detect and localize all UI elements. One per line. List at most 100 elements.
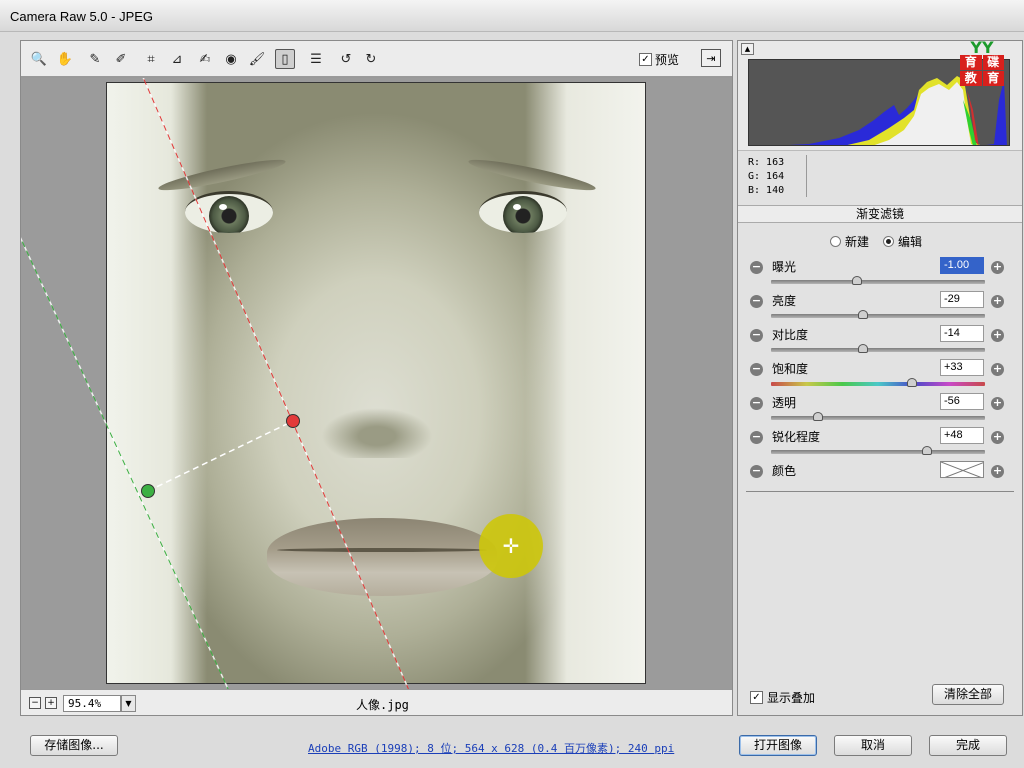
- filter-center-line: [147, 420, 294, 492]
- done-button[interactable]: 完成: [929, 735, 1007, 756]
- brand-logo: YY 育 碟 教 育: [960, 40, 1004, 86]
- exposure-slider-thumb[interactable]: [851, 276, 862, 285]
- show-overlay-checkbox[interactable]: ✓: [750, 691, 763, 704]
- toolbar: ✓ 预览 ⇥ 🔍 ✋ ✎ ✐ ⌗ ⊿ ✍ ◉ 🖌 ▯ ☰ ↺ ↻: [21, 41, 732, 77]
- mode-new-radio[interactable]: 新建: [830, 233, 869, 250]
- preview-checkbox[interactable]: ✓: [639, 53, 652, 66]
- brightness-minus-button[interactable]: −: [750, 295, 763, 308]
- graduated-filter-tool[interactable]: ▯: [275, 49, 295, 69]
- filename-label: 人像.jpg: [356, 698, 409, 712]
- rgb-readout: R: 163 G: 164 B: 140: [748, 156, 784, 198]
- zoom-in-button[interactable]: +: [45, 697, 57, 709]
- clarity-minus-button[interactable]: −: [750, 397, 763, 410]
- collapse-histogram-button[interactable]: ▲: [741, 43, 754, 55]
- sharpness-row: − 锐化程度 +48 +: [750, 427, 1012, 461]
- zoom-out-button[interactable]: −: [29, 697, 41, 709]
- sharpness-label: 锐化程度: [772, 430, 821, 444]
- preferences-tool[interactable]: ☰: [306, 49, 326, 69]
- color-sampler-tool[interactable]: ✐: [111, 49, 131, 69]
- clarity-value-field[interactable]: -56: [940, 393, 984, 410]
- contrast-minus-button[interactable]: −: [750, 329, 763, 342]
- rotate-cw-icon: ↻: [365, 51, 377, 67]
- contrast-slider-track[interactable]: [771, 348, 985, 352]
- crop-tool[interactable]: ⌗: [141, 49, 161, 69]
- graduated-filter-overlay: [21, 78, 410, 689]
- sharpness-slider-track[interactable]: [771, 450, 985, 454]
- color-plus-button[interactable]: +: [991, 465, 1004, 478]
- graduated-filter-icon: ▯: [281, 51, 289, 67]
- color-label: 颜色: [772, 464, 797, 478]
- brightness-slider-track[interactable]: [771, 314, 985, 318]
- saturation-value-field[interactable]: +33: [940, 359, 984, 376]
- saturation-minus-button[interactable]: −: [750, 363, 763, 376]
- zoom-tool[interactable]: 🔍: [29, 49, 49, 69]
- show-overlay-toggle[interactable]: ✓ 显示叠加: [750, 689, 815, 706]
- straighten-icon: ⊿: [171, 51, 183, 67]
- panel-title: 渐变滤镜: [738, 205, 1022, 223]
- contrast-slider-thumb[interactable]: [858, 344, 869, 353]
- red-end-handle[interactable]: [286, 414, 300, 428]
- white-balance-tool[interactable]: ✎: [85, 49, 105, 69]
- hand-icon: ✋: [56, 51, 74, 67]
- brightness-plus-button[interactable]: +: [991, 295, 1004, 308]
- clarity-slider-track[interactable]: [771, 416, 985, 420]
- exposure-plus-button[interactable]: +: [991, 261, 1004, 274]
- open-image-button[interactable]: 打开图像: [739, 735, 817, 756]
- contrast-plus-button[interactable]: +: [991, 329, 1004, 342]
- preview-toggle[interactable]: ✓ 预览: [639, 51, 679, 68]
- sharpness-minus-button[interactable]: −: [750, 431, 763, 444]
- red-guide-line: [142, 78, 409, 689]
- sharpness-slider-thumb[interactable]: [922, 446, 933, 455]
- exposure-minus-button[interactable]: −: [750, 261, 763, 274]
- image-canvas[interactable]: ✛: [21, 78, 732, 689]
- rotate-left-tool[interactable]: ↺: [336, 49, 356, 69]
- zoom-dropdown-button[interactable]: ▼: [121, 695, 136, 712]
- save-image-button[interactable]: 存储图像...: [30, 735, 118, 756]
- brightness-slider-thumb[interactable]: [858, 310, 869, 319]
- histogram-area: ▲ YY 育 碟 教 育: [738, 40, 1022, 151]
- exposure-row: − 曝光 -1.00 +: [750, 257, 1012, 291]
- adjustment-pin[interactable]: ✛: [479, 514, 543, 578]
- saturation-plus-button[interactable]: +: [991, 363, 1004, 376]
- cancel-button[interactable]: 取消: [834, 735, 912, 756]
- hand-tool[interactable]: ✋: [55, 49, 75, 69]
- clarity-slider-thumb[interactable]: [813, 412, 824, 421]
- saturation-label: 饱和度: [772, 362, 809, 376]
- preview-frame: ✓ 预览 ⇥ 🔍 ✋ ✎ ✐ ⌗ ⊿ ✍ ◉ 🖌 ▯ ☰ ↺ ↻ ✛ − + 95.4%: [20, 40, 733, 716]
- red-guide-line-white: [142, 78, 410, 689]
- red-eye-tool[interactable]: ◉: [221, 49, 241, 69]
- red-value: R: 163: [748, 157, 785, 168]
- sampler-icon: ✐: [115, 51, 127, 67]
- status-bar: − + 95.4% ▼ 人像.jpg: [21, 689, 732, 715]
- brightness-value-field[interactable]: -29: [940, 291, 984, 308]
- brightness-row: − 亮度 -29 +: [750, 291, 1012, 325]
- fullscreen-button[interactable]: ⇥: [701, 49, 721, 67]
- spot-removal-tool[interactable]: ✍: [195, 49, 215, 69]
- mode-edit-radio[interactable]: 编辑: [883, 233, 922, 250]
- color-minus-button[interactable]: −: [750, 465, 763, 478]
- sharpness-value-field[interactable]: +48: [940, 427, 984, 444]
- rotate-right-tool[interactable]: ↻: [361, 49, 381, 69]
- green-end-handle[interactable]: [141, 484, 155, 498]
- clarity-plus-button[interactable]: +: [991, 397, 1004, 410]
- workflow-options-link[interactable]: Adobe RGB (1998); 8 位; 564 x 628 (0.4 百万…: [308, 740, 674, 756]
- eye-icon: ◉: [225, 51, 237, 67]
- exposure-value-field[interactable]: -1.00: [940, 257, 984, 274]
- saturation-slider-track[interactable]: [771, 382, 985, 386]
- brush-spot-icon: ✍: [199, 51, 211, 67]
- straighten-tool[interactable]: ⊿: [167, 49, 187, 69]
- clear-all-button[interactable]: 清除全部: [932, 684, 1004, 705]
- color-swatch[interactable]: [940, 461, 984, 478]
- saturation-slider-thumb[interactable]: [907, 378, 918, 387]
- green-guide-line-white: [21, 237, 229, 689]
- contrast-row: − 对比度 -14 +: [750, 325, 1012, 359]
- crop-icon: ⌗: [147, 51, 155, 67]
- zoom-level-field[interactable]: 95.4%: [63, 695, 121, 712]
- clarity-label: 透明: [772, 396, 797, 410]
- blue-value: B: 140: [748, 185, 785, 196]
- contrast-value-field[interactable]: -14: [940, 325, 984, 342]
- exposure-slider-track[interactable]: [771, 280, 985, 284]
- adjustment-brush-tool[interactable]: 🖌: [247, 49, 267, 69]
- green-value: G: 164: [748, 171, 785, 182]
- sharpness-plus-button[interactable]: +: [991, 431, 1004, 444]
